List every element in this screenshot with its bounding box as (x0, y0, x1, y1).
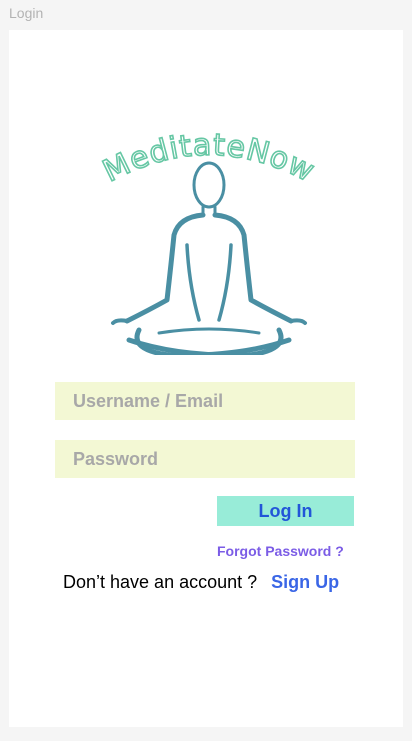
frame-label: Login (9, 5, 44, 21)
sign-up-link[interactable]: Sign Up (271, 572, 339, 593)
login-button[interactable]: Log In (217, 496, 354, 526)
signup-row: Don’t have an account ? Sign Up (63, 572, 339, 593)
svg-text:MeditateNow: MeditateNow (98, 128, 321, 190)
signup-prompt: Don’t have an account ? (63, 572, 258, 592)
logo: MeditateNow (79, 125, 339, 355)
login-screen: MeditateNow Username / Email Log In Forg… (9, 30, 403, 727)
username-email-input[interactable] (55, 382, 355, 420)
meditation-figure-icon: MeditateNow (97, 127, 321, 355)
password-input[interactable] (55, 440, 355, 478)
forgot-password-link[interactable]: Forgot Password ? (217, 543, 344, 559)
logo-text: MeditateNow (97, 127, 320, 190)
